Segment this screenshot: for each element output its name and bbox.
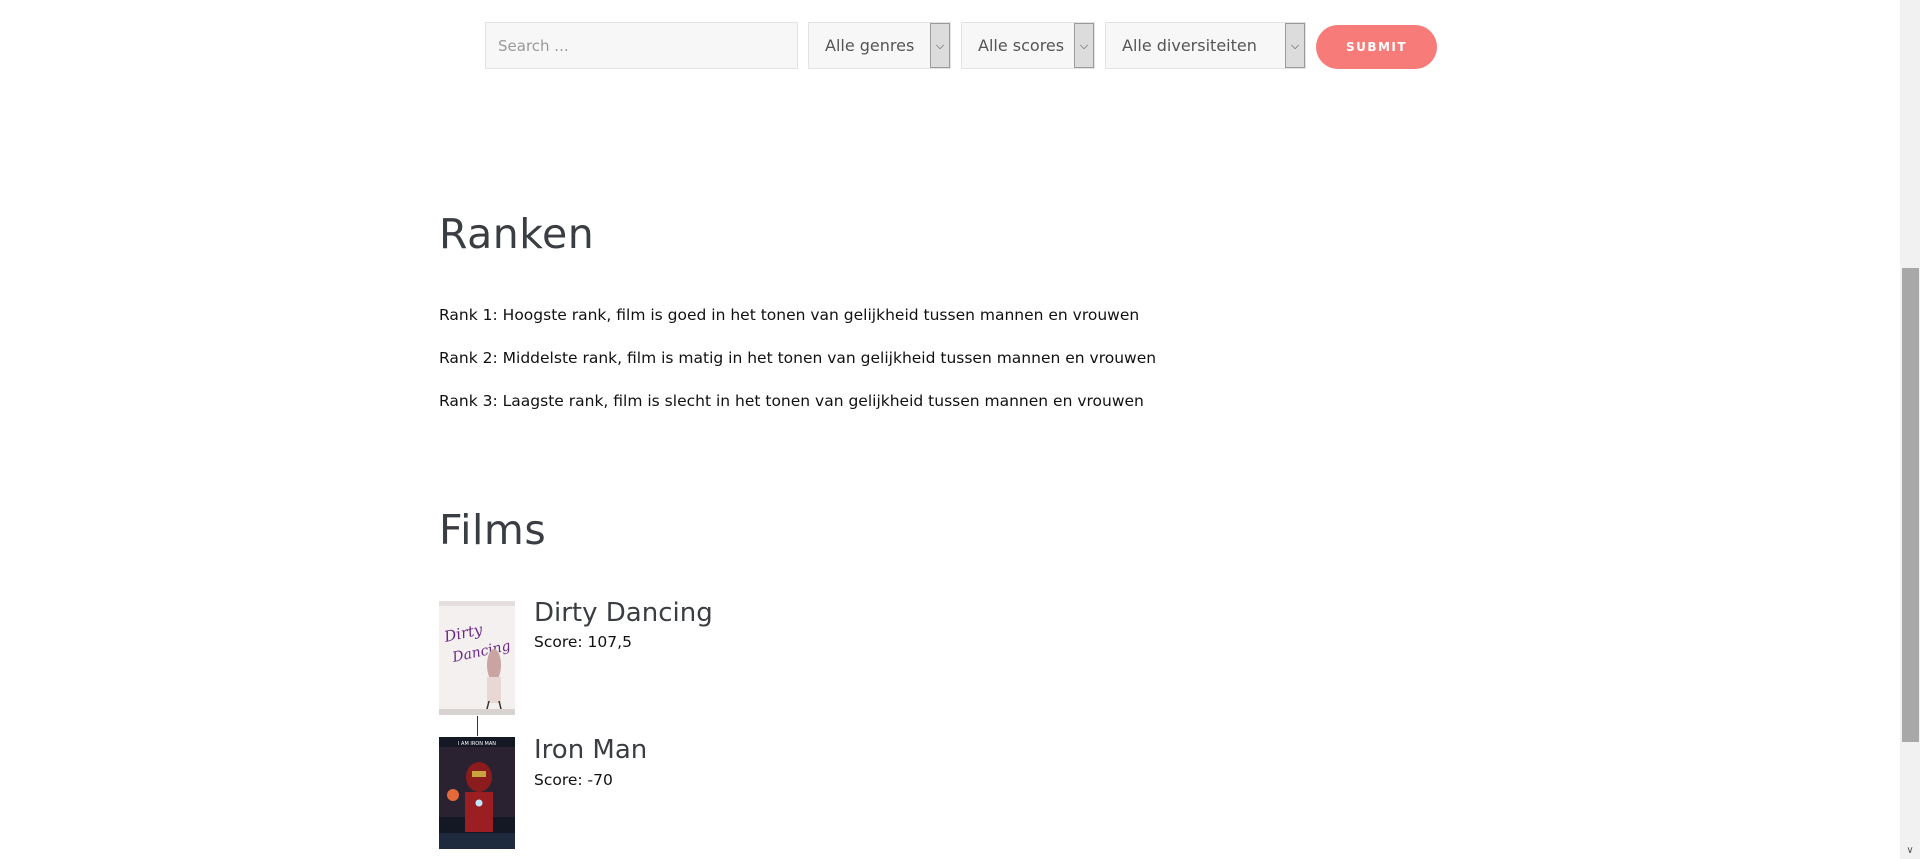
scrollbar[interactable]: ∨ xyxy=(1900,0,1920,859)
ranks-heading: Ranken xyxy=(439,210,595,258)
genre-select[interactable]: Alle genres ⌵ xyxy=(808,22,951,69)
chevron-down-icon[interactable]: ⌵ xyxy=(1285,23,1305,68)
film-score: Score: -70 xyxy=(534,771,613,789)
score-select-value: Alle scores xyxy=(978,36,1065,55)
genre-select-value: Alle genres xyxy=(825,36,915,55)
film-score: Score: 107,5 xyxy=(534,633,632,651)
chevron-down-icon[interactable]: ⌵ xyxy=(930,23,950,68)
iron-man-poster[interactable]: I AM IRON MAN xyxy=(439,737,515,849)
rank-1-text: Rank 1: Hoogste rank, film is goed in he… xyxy=(439,306,1140,324)
dirty-dancing-poster[interactable]: Dirty Dancing xyxy=(439,601,515,715)
svg-text:I AM IRON MAN: I AM IRON MAN xyxy=(458,741,496,747)
film-title[interactable]: Iron Man xyxy=(534,735,647,765)
films-heading: Films xyxy=(439,506,547,554)
chevron-down-icon[interactable]: ⌵ xyxy=(1074,23,1094,68)
scroll-down-icon[interactable]: ∨ xyxy=(1900,843,1920,859)
diversity-select-value: Alle diversiteiten xyxy=(1122,36,1257,55)
connector-line xyxy=(477,716,478,736)
search-input[interactable] xyxy=(485,22,798,69)
score-select[interactable]: Alle scores ⌵ xyxy=(961,22,1095,69)
scrollbar-thumb[interactable] xyxy=(1902,268,1919,742)
rank-2-text: Rank 2: Middelste rank, film is matig in… xyxy=(439,349,1157,367)
submit-button[interactable]: SUBMIT xyxy=(1316,25,1437,69)
poster-image: I AM IRON MAN xyxy=(439,737,515,849)
diversity-select[interactable]: Alle diversiteiten ⌵ xyxy=(1105,22,1306,69)
poster-image: Dirty Dancing xyxy=(439,601,515,715)
film-title[interactable]: Dirty Dancing xyxy=(534,598,713,628)
rank-3-text: Rank 3: Laagste rank, film is slecht in … xyxy=(439,392,1144,410)
